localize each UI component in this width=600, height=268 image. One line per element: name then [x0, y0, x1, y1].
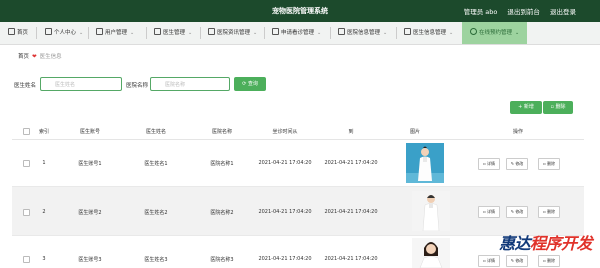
chevron-down-icon: ⌄ [130, 30, 135, 36]
cell-index: 2 [42, 209, 46, 215]
hospital-name-input[interactable]: 医院名称 [150, 77, 230, 91]
cell-hospital: 医院名称3 [210, 257, 234, 263]
chevron-down-icon: ⌄ [383, 30, 388, 36]
mail-icon [154, 28, 161, 35]
detail-button[interactable]: ▫ 详情 [478, 206, 500, 218]
table-row: 1 医生账号1 医生姓名1 医院名称1 2021-04-21 17:04:20 … [12, 140, 584, 187]
detail-button[interactable]: ▫ 详情 [478, 158, 500, 170]
clock-icon [470, 28, 477, 35]
nav-item-news[interactable]: 医院资讯管理 ⌄ [208, 22, 257, 44]
column-header-image: 图片 [409, 129, 420, 135]
home-icon [8, 28, 15, 35]
nav-bar: 首页 个人中心 ⌄ 用户管理 ⌄ 医生管理 ⌄ 医院资讯管理 ⌄ 申请看诊管理 ⌄ 医院信… [0, 22, 600, 45]
top-bar: 宠物医院管理系统 管理员 abo 退出到前台 退出登录 [0, 0, 600, 22]
column-header-from: 坐诊时间从 [272, 129, 298, 135]
nav-item-doctor-info[interactable]: 医生信息管理 ⌄ [404, 22, 453, 44]
cell-from: 2021-04-21 17:04:20 [258, 256, 312, 262]
nav-item-doctors[interactable]: 医生管理 ⌄ [154, 22, 192, 44]
row-checkbox[interactable] [23, 256, 30, 263]
chevron-down-icon: ⌄ [449, 30, 454, 36]
watermark-logo: 惠达程序开发 [498, 234, 593, 253]
doctor-photo [412, 238, 450, 268]
document-icon [208, 28, 215, 35]
column-header-hospital: 医院名称 [211, 129, 232, 135]
cell-to: 2021-04-21 17:04:20 [324, 256, 378, 262]
breadcrumb: 首页 ❤ 医生信息 [18, 52, 62, 60]
edit-button[interactable]: ✎ 修改 [506, 255, 528, 267]
cell-index: 1 [42, 160, 46, 166]
delete-button[interactable]: ▫ 删除 [538, 158, 560, 170]
cell-from: 2021-04-21 17:04:20 [258, 160, 312, 166]
heart-icon: ❤ [32, 54, 37, 60]
delete-button[interactable]: ▫ 删除 [538, 206, 560, 218]
cell-from: 2021-04-21 17:04:20 [258, 209, 312, 215]
detail-button[interactable]: ▫ 详情 [478, 255, 500, 267]
clipboard-icon [272, 28, 279, 35]
breadcrumb-current: 医生信息 [39, 54, 62, 60]
select-all-checkbox[interactable] [23, 128, 30, 135]
nav-item-profile[interactable]: 个人中心 ⌄ [45, 22, 83, 44]
cell-hospital: 医院名称1 [210, 161, 234, 167]
column-header-account: 医生账号 [79, 129, 100, 135]
nav-item-users[interactable]: 用户管理 ⌄ [96, 22, 134, 44]
breadcrumb-home[interactable]: 首页 [18, 54, 29, 60]
cell-account: 医生账号2 [78, 210, 102, 216]
column-header-actions: 操作 [512, 129, 523, 135]
cell-name: 医生姓名2 [144, 210, 168, 216]
cell-account: 医生账号1 [78, 161, 102, 167]
nav-item-home[interactable]: 首页 [8, 22, 28, 44]
nav-item-hospital-info[interactable]: 医院信息管理 ⌄ [338, 22, 387, 44]
cell-hospital: 医院名称2 [210, 210, 234, 216]
cell-name: 医生姓名1 [144, 161, 168, 167]
chevron-down-icon: ⌄ [188, 30, 193, 36]
top-right-links: 管理员 abo 退出到前台 退出登录 [456, 6, 576, 16]
nav-item-appointments[interactable]: 在线预约管理 ⌄ [462, 22, 528, 44]
delete-button[interactable]: ▫ 删除 [538, 255, 560, 267]
cell-index: 3 [42, 256, 46, 262]
doctor-name-label: 医生姓名 [14, 83, 37, 89]
doctor-name-input[interactable]: 医生姓名 [40, 77, 122, 91]
cell-account: 医生账号3 [78, 257, 102, 263]
calendar-icon [404, 28, 411, 35]
chevron-down-icon: ⌄ [253, 30, 258, 36]
cell-to: 2021-04-21 17:04:20 [324, 160, 378, 166]
back-to-frontend-link[interactable]: 退出到前台 [507, 8, 540, 16]
column-header-to: 到 [348, 129, 354, 135]
table-row: 2 医生账号2 医生姓名2 医院名称2 2021-04-21 17:04:20 … [12, 187, 584, 236]
edit-button[interactable]: ✎ 修改 [506, 206, 528, 218]
table-header: 索引 医生账号 医生姓名 医院名称 坐诊时间从 到 图片 操作 [12, 125, 584, 140]
edit-button[interactable]: ✎ 修改 [506, 158, 528, 170]
chevron-down-icon: ⌄ [515, 30, 520, 36]
column-header-index: 索引 [38, 129, 49, 135]
hospital-name-label: 医院名称 [126, 83, 149, 89]
query-button[interactable]: ⟳ 查询 [234, 77, 266, 91]
cell-to: 2021-04-21 17:04:20 [324, 209, 378, 215]
column-header-name: 医生姓名 [145, 129, 166, 135]
logout-link[interactable]: 退出登录 [550, 8, 576, 16]
current-user: 管理员 abo [463, 8, 498, 16]
chevron-down-icon: ⌄ [317, 30, 322, 36]
batch-delete-button[interactable]: ▫ 删除 [543, 101, 573, 114]
row-checkbox[interactable] [23, 209, 30, 216]
row-checkbox[interactable] [23, 160, 30, 167]
info-icon [338, 28, 345, 35]
doctor-photo [406, 143, 444, 183]
chevron-down-icon: ⌄ [79, 30, 84, 36]
user-icon [45, 28, 52, 35]
users-icon [96, 28, 103, 35]
doctor-photo [412, 191, 450, 231]
cell-name: 医生姓名3 [144, 257, 168, 263]
add-button[interactable]: + 新增 [510, 101, 542, 114]
nav-item-consult[interactable]: 申请看诊管理 ⌄ [272, 22, 321, 44]
